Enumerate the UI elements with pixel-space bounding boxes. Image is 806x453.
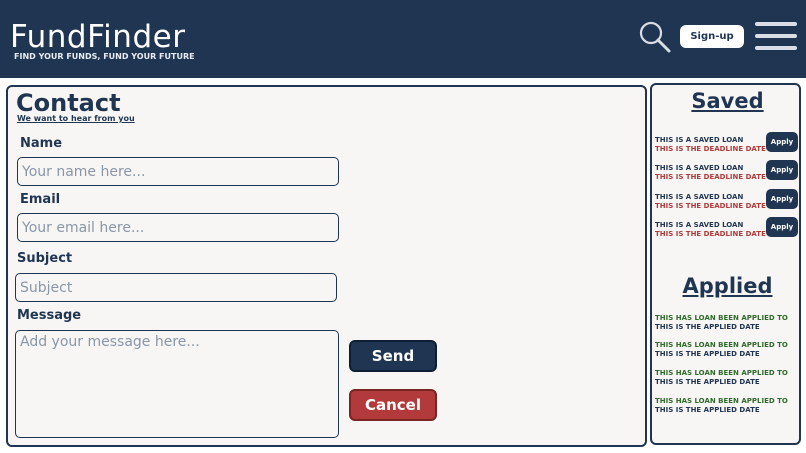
- side-panel: Saved THIS IS A SAVED LOAN THIS IS THE D…: [650, 83, 801, 445]
- saved-loan-deadline: THIS IS THE DEADLINE DATE: [655, 145, 766, 153]
- applied-loan-date: THIS IS THE APPLIED DATE: [655, 406, 760, 414]
- saved-loan-name: THIS IS A SAVED LOAN: [655, 193, 744, 201]
- send-button[interactable]: Send: [349, 340, 437, 372]
- logo[interactable]: FundFinder: [10, 20, 185, 54]
- apply-button[interactable]: Apply: [766, 217, 798, 237]
- hamburger-menu-icon[interactable]: [755, 22, 797, 50]
- apply-button[interactable]: Apply: [766, 132, 798, 152]
- saved-loan-deadline: THIS IS THE DEADLINE DATE: [655, 173, 766, 181]
- apply-button[interactable]: Apply: [766, 160, 798, 180]
- saved-loan-item: THIS IS A SAVED LOAN THIS IS THE DEADLIN…: [655, 217, 800, 243]
- message-textarea[interactable]: [15, 330, 339, 438]
- saved-loan-deadline: THIS IS THE DEADLINE DATE: [655, 230, 766, 238]
- applied-loan-date: THIS IS THE APPLIED DATE: [655, 350, 760, 358]
- tagline: FIND YOUR FUNDS, FUND YOUR FUTURE: [14, 52, 195, 61]
- search-icon[interactable]: [638, 20, 672, 54]
- applied-loan-item: THIS HAS LOAN BEEN APPLIED TO THIS IS TH…: [655, 397, 800, 414]
- applied-loan-date: THIS IS THE APPLIED DATE: [655, 323, 760, 331]
- menu-bar: [755, 46, 797, 50]
- contact-panel: Contact We want to hear from you Name Em…: [6, 85, 647, 447]
- signup-button[interactable]: Sign-up: [680, 25, 744, 48]
- saved-loan-name: THIS IS A SAVED LOAN: [655, 136, 744, 144]
- message-label: Message: [17, 308, 82, 323]
- cancel-button[interactable]: Cancel: [349, 389, 437, 421]
- applied-loan-status: THIS HAS LOAN BEEN APPLIED TO: [655, 397, 788, 405]
- saved-loan-item: THIS IS A SAVED LOAN THIS IS THE DEADLIN…: [655, 189, 800, 215]
- applied-loan-item: THIS HAS LOAN BEEN APPLIED TO THIS IS TH…: [655, 314, 800, 331]
- subject-label: Subject: [17, 251, 73, 266]
- applied-loan-status: THIS HAS LOAN BEEN APPLIED TO: [655, 369, 788, 377]
- menu-bar: [755, 22, 797, 26]
- saved-loan-name: THIS IS A SAVED LOAN: [655, 164, 744, 172]
- name-label: Name: [20, 136, 63, 151]
- email-label: Email: [20, 192, 61, 207]
- applied-loan-item: THIS HAS LOAN BEEN APPLIED TO THIS IS TH…: [655, 369, 800, 386]
- apply-button[interactable]: Apply: [766, 189, 798, 209]
- applied-loan-status: THIS HAS LOAN BEEN APPLIED TO: [655, 314, 788, 322]
- saved-loan-item: THIS IS A SAVED LOAN THIS IS THE DEADLIN…: [655, 132, 800, 158]
- contact-subtitle: We want to hear from you: [17, 114, 135, 123]
- contact-title: Contact: [16, 89, 121, 117]
- saved-title: Saved: [691, 89, 764, 113]
- email-input[interactable]: [17, 213, 339, 242]
- name-input[interactable]: [17, 157, 339, 186]
- saved-loan-deadline: THIS IS THE DEADLINE DATE: [655, 202, 766, 210]
- applied-title: Applied: [682, 274, 773, 298]
- saved-loan-item: THIS IS A SAVED LOAN THIS IS THE DEADLIN…: [655, 160, 800, 186]
- top-header: FundFinder FIND YOUR FUNDS, FUND YOUR FU…: [0, 0, 806, 78]
- applied-loan-date: THIS IS THE APPLIED DATE: [655, 378, 760, 386]
- saved-loan-name: THIS IS A SAVED LOAN: [655, 221, 744, 229]
- menu-bar: [755, 34, 797, 38]
- applied-loan-status: THIS HAS LOAN BEEN APPLIED TO: [655, 341, 788, 349]
- applied-loan-item: THIS HAS LOAN BEEN APPLIED TO THIS IS TH…: [655, 341, 800, 358]
- subject-input[interactable]: [15, 273, 337, 302]
